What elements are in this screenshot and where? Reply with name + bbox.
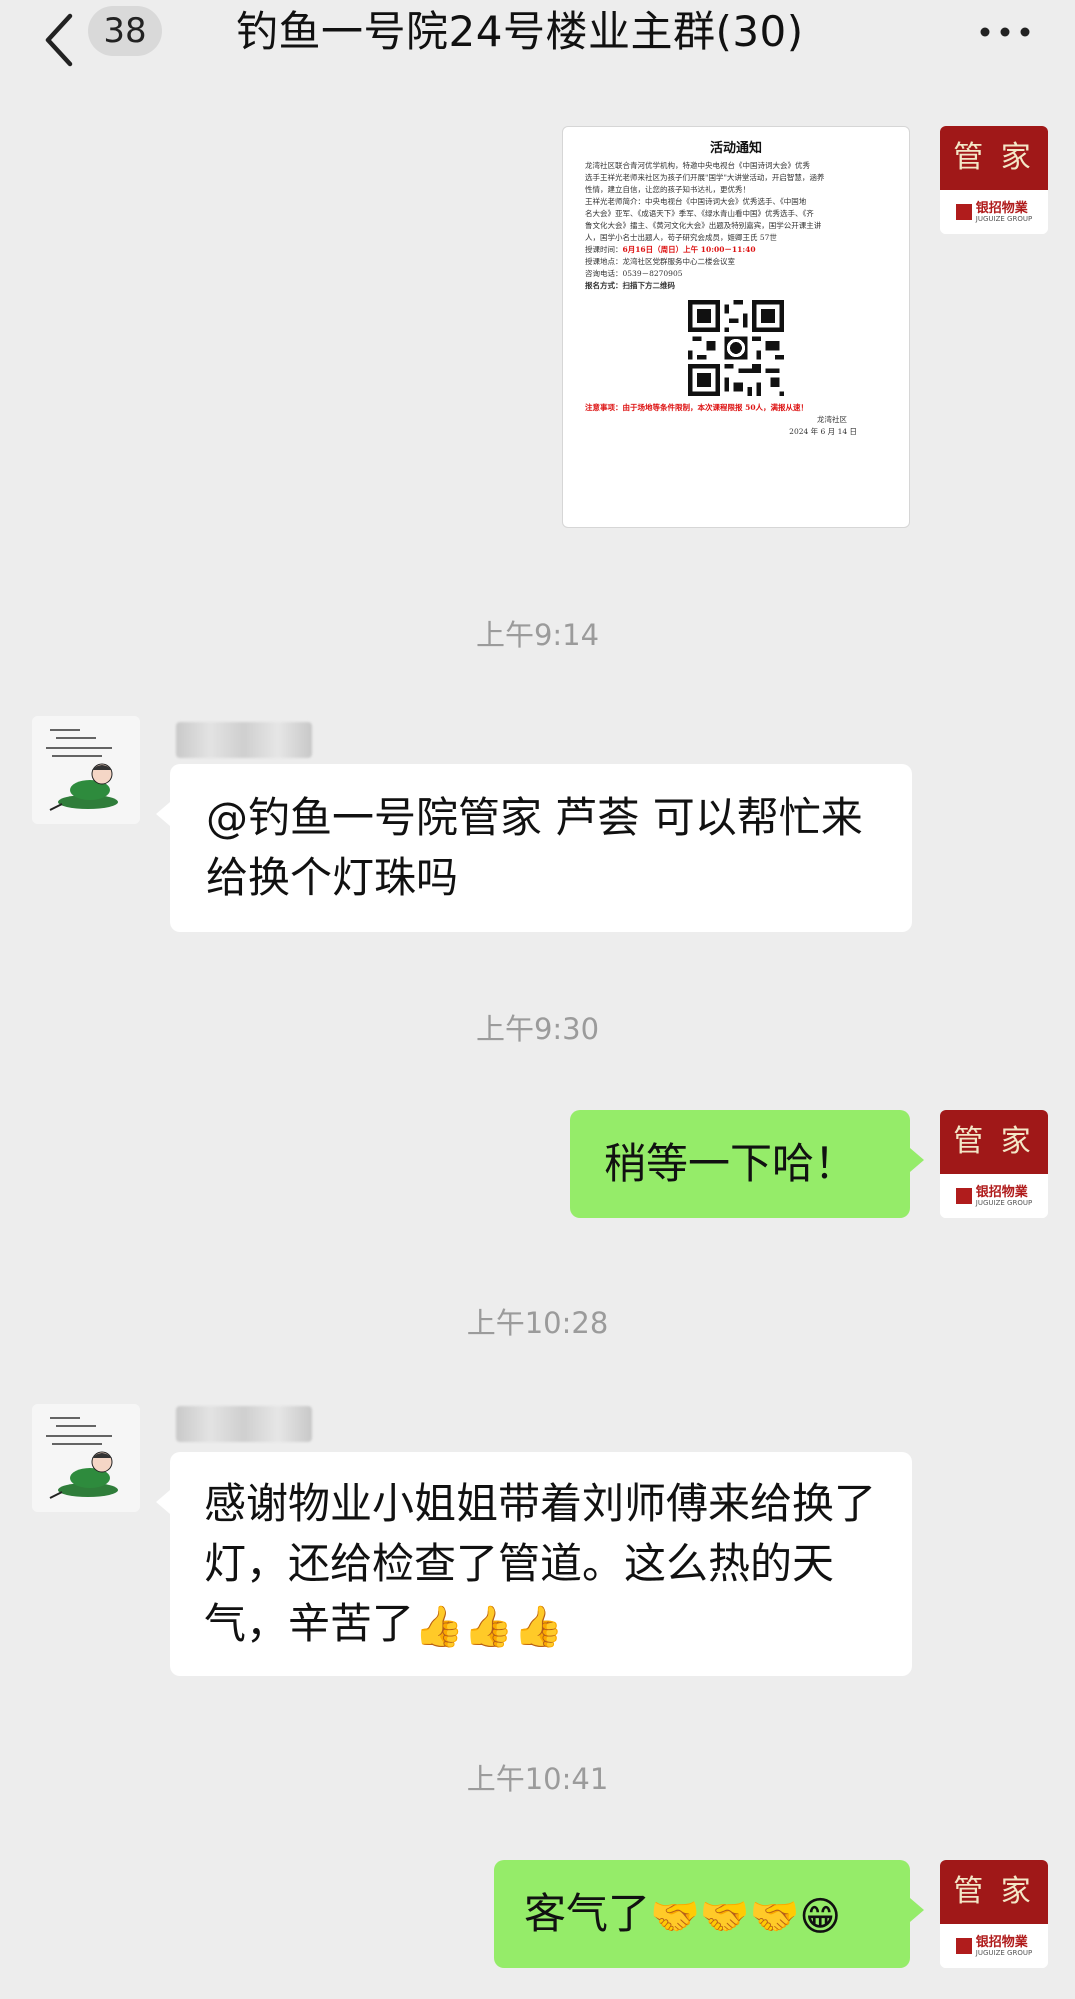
timestamp: 上午9:14 [475, 618, 600, 652]
notice-time-label: 授课时间： [585, 245, 623, 254]
manager-brand-sub: JUGUIZE GROUP [975, 1948, 1033, 1957]
thumbs-up-icon: 👍👍👍 [414, 1603, 564, 1650]
bubble-tail [910, 1898, 924, 1922]
notice-caution: 注意事项：由于场地等条件限制，本次课程限报 50人，满报从速！ [585, 403, 809, 412]
manager-brand-text: 银招物業 [975, 1934, 1028, 1950]
brand-logo-icon [955, 204, 972, 220]
manager-brand-text: 银招物業 [975, 200, 1028, 216]
message-bubble[interactable]: 稍等一下哈！ [570, 1110, 910, 1218]
notice-title: 活动通知 [709, 141, 762, 156]
more-dots-icon[interactable] [977, 12, 1033, 52]
user-avatar[interactable] [32, 716, 140, 824]
blurred-nickname [176, 1406, 312, 1442]
bubble-tail [156, 802, 170, 826]
back-chevron-icon[interactable] [40, 10, 80, 70]
manager-brand: 银招物業 JUGUIZE GROUP [940, 1174, 1048, 1218]
bubble-tail [156, 1490, 170, 1514]
cartoon-avatar-icon [32, 716, 140, 824]
message-bubble[interactable]: 客气了🤝🤝🤝😁 [494, 1860, 910, 1968]
chat-title: 钓鱼一号院24号楼业主群(30) [236, 7, 804, 56]
notice-time-value: 6月16日（周日）上午 10:00－11:40 [622, 245, 756, 254]
manager-brand-sub: JUGUIZE GROUP [975, 1198, 1033, 1207]
message-bubble[interactable]: 感谢物业小姐姐带着刘师傅来给换了灯，还给检查了管道。这么热的天气，辛苦了👍👍👍 [170, 1452, 912, 1676]
top-bar: 38 钓鱼一号院24号楼业主群(30) [0, 0, 1075, 96]
bubble-tail [910, 1148, 924, 1172]
cartoon-avatar-icon [32, 1404, 140, 1512]
handshake-grin-icon: 🤝🤝🤝😁 [650, 1893, 842, 1940]
notice-line: 人，国学小名士出题人，苟子研究会成员，姬卿王氏 57世 [585, 233, 777, 242]
notice-line: 性情，建立自信，让您的孩子知书达礼，更优秀！ [585, 185, 750, 194]
manager-avatar[interactable]: 管 家 银招物業 JUGUIZE GROUP [940, 1860, 1048, 1968]
notice-line: 龙湾社区联合青河优学机构，特邀中央电视台《中国诗词大会》优秀 [585, 161, 810, 170]
manager-avatar[interactable]: 管 家 银招物業 JUGUIZE GROUP [940, 1110, 1048, 1218]
timestamp: 上午10:28 [466, 1306, 609, 1340]
manager-avatar-label: 管 家 [940, 126, 1048, 190]
timestamp: 上午10:41 [466, 1762, 609, 1796]
timestamp: 上午9:30 [475, 1012, 600, 1046]
unread-count-badge[interactable]: 38 [88, 6, 162, 56]
manager-avatar[interactable]: 管 家 银招物業 JUGUIZE GROUP [940, 126, 1048, 234]
brand-logo-icon [955, 1938, 972, 1954]
manager-brand-text: 银招物業 [975, 1184, 1028, 1200]
notice-phone: 咨询电话：0539－8270905 [585, 269, 683, 278]
manager-brand: 银招物業 JUGUIZE GROUP [940, 190, 1048, 234]
notice-signup: 报名方式：扫描下方二维码 [585, 281, 675, 290]
message-text: 客气了 [524, 1889, 651, 1938]
brand-logo-icon [955, 1188, 972, 1204]
qr-code-icon [688, 300, 784, 396]
notice-place: 授课地点：龙湾社区党群服务中心二楼会议室 [585, 257, 735, 266]
manager-brand: 银招物業 JUGUIZE GROUP [940, 1924, 1048, 1968]
notice-time: 授课时间：6月16日（周日）上午 10:00－11:40 [585, 244, 887, 256]
user-avatar[interactable] [32, 1404, 140, 1512]
notice-line: 名大会》亚军、《成语天下》季军、《绿水青山看中国》优秀选手、《齐 [585, 209, 814, 218]
notice-date: 2024 年 6 月 14 日 [789, 427, 857, 436]
notice-line: 选手王祥光老师来社区为孩子们开展"国学"大讲堂活动，开启智慧，涵养 [585, 173, 825, 182]
notice-line: 鲁文化大会》擂主、《黄河文化大会》出题及特别嘉宾，国学公开课主讲 [585, 221, 822, 230]
notice-org: 龙湾社区 [817, 415, 847, 424]
notice-line: 王祥光老师简介：中央电视台《中国诗词大会》优秀选手、《中国地 [585, 197, 807, 206]
manager-brand-sub: JUGUIZE GROUP [975, 214, 1033, 223]
manager-avatar-label: 管 家 [940, 1860, 1048, 1924]
manager-avatar-label: 管 家 [940, 1110, 1048, 1174]
message-bubble[interactable]: @钓鱼一号院管家 芦荟 可以帮忙来给换个灯珠吗 [170, 764, 912, 932]
activity-notice-image[interactable]: 活动通知 龙湾社区联合青河优学机构，特邀中央电视台《中国诗词大会》优秀 选手王祥… [562, 126, 910, 528]
blurred-nickname [176, 722, 312, 758]
